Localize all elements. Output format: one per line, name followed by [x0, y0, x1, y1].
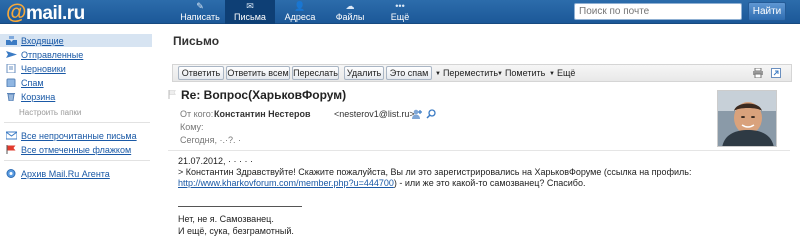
- logo-text: mail.ru: [25, 3, 85, 24]
- sender-photo: [718, 91, 776, 146]
- nav-more-label: Ещё: [390, 12, 410, 22]
- move-menu-label: Переместить: [442, 68, 499, 78]
- sidebar-filter-label: Все непрочитанные письма: [21, 130, 137, 141]
- sender-avatar: [717, 90, 777, 147]
- sidebar-item-label: Входящие: [21, 35, 64, 46]
- search-button[interactable]: Найти: [748, 2, 786, 21]
- search-sender-icon[interactable]: [426, 109, 436, 119]
- chevron-down-icon: ▼: [435, 71, 441, 77]
- header-separator: [168, 150, 790, 151]
- reply-button[interactable]: Ответить: [178, 66, 224, 80]
- nav-contacts[interactable]: 👤 Адреса: [275, 0, 325, 24]
- sidebar-item-sent[interactable]: Отправленные: [0, 48, 152, 61]
- chevron-down-icon: ▼: [549, 71, 555, 77]
- add-contact-icon[interactable]: [412, 109, 422, 119]
- trash-icon: [7, 93, 15, 101]
- sidebar-divider: [4, 160, 150, 161]
- page-title: Письмо: [173, 34, 220, 48]
- body-line-date: 21.07.2012, · · · · ·: [178, 156, 254, 166]
- sidebar-filter-flagged[interactable]: Все отмеченные флажком: [0, 143, 152, 156]
- drafts-icon: [6, 64, 16, 73]
- move-menu[interactable]: ▼ Переместить: [435, 67, 498, 80]
- sidebar-item-drafts[interactable]: Черновики: [0, 62, 152, 75]
- body-line-reply1: Нет, не я. Самозванец.: [178, 214, 274, 224]
- print-icon[interactable]: [753, 68, 763, 78]
- sidebar-item-label: Отправленные: [21, 49, 84, 60]
- nav-contacts-label: Адреса: [284, 12, 316, 22]
- chevron-down-icon: ▼: [497, 71, 503, 77]
- message-toolbar: Ответить Ответить всем Переслать Удалить…: [172, 64, 792, 82]
- top-bar: @mail.ru ✎ Написать ✉ Письма 👤 Адреса ☁ …: [0, 0, 800, 24]
- nav-compose[interactable]: ✎ Написать: [175, 0, 225, 24]
- sidebar-item-spam[interactable]: Спам: [0, 76, 152, 89]
- sidebar-item-label: Черновики: [21, 63, 66, 74]
- search-input[interactable]: [574, 3, 742, 20]
- nav-files-label: Файлы: [335, 12, 365, 22]
- unread-icon: [6, 131, 17, 140]
- body-line-link: http://www.kharkovforum.com/member.php?u…: [178, 178, 585, 188]
- mailru-logo[interactable]: @mail.ru: [6, 1, 85, 25]
- spam-icon: [6, 78, 16, 87]
- nav-letters[interactable]: ✉ Письма: [225, 0, 275, 24]
- sidebar-item-label: Спам: [21, 77, 44, 88]
- flag-icon: [6, 145, 16, 154]
- more-dots-icon: •••: [395, 1, 405, 11]
- inbox-icon: [6, 36, 17, 45]
- sidebar-agent-archive[interactable]: Архив Mail.Ru Агента: [0, 167, 152, 180]
- body-line-quote: > Константин Здравствуйте! Скажите пожал…: [178, 167, 692, 177]
- quote-divider: [178, 206, 302, 207]
- folder-settings-link[interactable]: Настроить папки: [19, 108, 81, 117]
- sidebar-filter-label: Все отмеченные флажком: [21, 144, 132, 155]
- contacts-icon: 👤: [294, 1, 306, 11]
- mark-menu-label: Пометить: [504, 68, 546, 78]
- sidebar-agent-label: Архив Mail.Ru Агента: [21, 168, 110, 179]
- envelope-icon: ✉: [246, 1, 254, 11]
- files-icon: ☁: [345, 1, 355, 11]
- profile-link[interactable]: http://www.kharkovforum.com/member.php?u…: [178, 178, 394, 188]
- sent-icon: [6, 51, 17, 58]
- main-nav: ✎ Написать ✉ Письма 👤 Адреса ☁ Файлы •••…: [175, 0, 425, 24]
- forward-button[interactable]: Переслать: [292, 66, 339, 80]
- nav-compose-label: Написать: [180, 12, 220, 22]
- sidebar-divider: [4, 122, 150, 123]
- nav-files[interactable]: ☁ Файлы: [325, 0, 375, 24]
- more-menu-label: Ещё: [556, 68, 576, 78]
- sidebar-item-trash[interactable]: Корзина: [0, 90, 152, 103]
- flag-icon[interactable]: [168, 90, 176, 99]
- agent-icon: [6, 169, 16, 178]
- body-line-reply2: И ещё, сука, безграмотный.: [178, 226, 294, 236]
- more-menu[interactable]: ▼ Ещё: [549, 67, 575, 80]
- sidebar: Входящие Отправленные Черновики Спам Кор…: [0, 24, 152, 249]
- nav-letters-label: Письма: [234, 12, 266, 22]
- message-date: Сегодня, ·.·?. ·: [180, 135, 241, 145]
- sender-email[interactable]: <nesterov1@list.ru>: [334, 109, 415, 119]
- pencil-icon: ✎: [196, 1, 204, 11]
- delete-button[interactable]: Удалить: [344, 66, 384, 80]
- sidebar-item-inbox[interactable]: Входящие: [0, 34, 152, 47]
- nav-more[interactable]: ••• Ещё: [375, 0, 425, 24]
- reply-all-button[interactable]: Ответить всем: [226, 66, 290, 80]
- expand-icon[interactable]: [771, 68, 781, 78]
- mark-menu[interactable]: ▼ Пометить: [497, 67, 545, 80]
- body-line-link-suffix: ) - или же это какой-то самозванец? Спас…: [393, 178, 586, 188]
- sidebar-filter-unread[interactable]: Все непрочитанные письма: [0, 129, 152, 142]
- sender-name[interactable]: Константин Нестеров: [214, 109, 311, 119]
- spam-button[interactable]: Это спам: [386, 66, 432, 80]
- to-label: Кому:: [180, 122, 204, 132]
- from-label: От кого:: [180, 109, 214, 119]
- sidebar-item-label: Корзина: [21, 91, 56, 102]
- message-subject: Re: Вопрос(ХарьковФорум): [181, 88, 347, 102]
